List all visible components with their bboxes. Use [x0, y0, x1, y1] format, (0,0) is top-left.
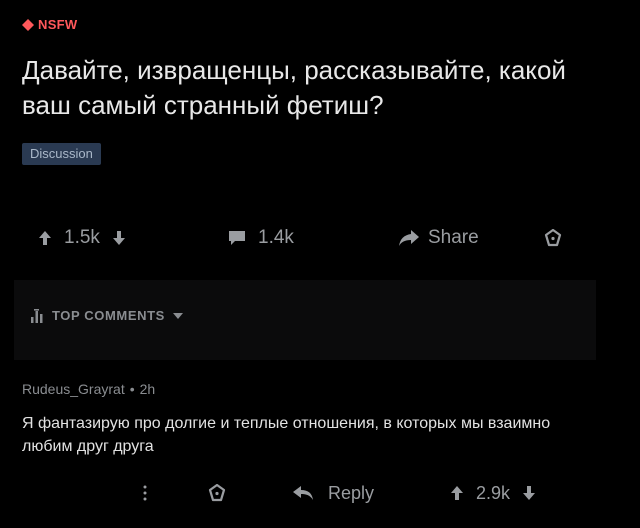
sort-bars-icon [31, 308, 43, 323]
comments-sort-dropdown[interactable]: TOP COMMENTS [30, 308, 183, 323]
nsfw-diamond-icon [22, 18, 34, 31]
arrow-down-icon[interactable] [112, 230, 126, 246]
meta-separator: • [129, 381, 135, 397]
comment-vote-group: 2.9k [450, 478, 536, 508]
post-actions-bar: 1.5k 1.4k Share [0, 222, 640, 254]
comment-actions-bar: Reply 2.9k [0, 478, 640, 508]
nsfw-tag: NSFW [22, 17, 77, 32]
post-title: Давайте, извращенцы, рассказывайте, како… [22, 55, 566, 120]
more-options-button[interactable] [142, 478, 148, 508]
share-button[interactable]: Share [398, 222, 479, 254]
comment-meta: Rudeus_Grayrat • 2h [22, 381, 155, 397]
reply-button[interactable]: Reply [292, 478, 374, 508]
arrow-up-icon[interactable] [38, 230, 52, 246]
arrow-down-icon[interactable] [522, 485, 536, 501]
upvote-count: 1.5k [64, 227, 100, 248]
comment-award-button[interactable] [208, 478, 226, 508]
share-arrow-icon [399, 230, 419, 246]
comments-button[interactable]: 1.4k [228, 222, 294, 254]
sort-label: TOP COMMENTS [52, 308, 165, 323]
award-button[interactable] [544, 222, 562, 254]
comment-author[interactable]: Rudeus_Grayrat [22, 381, 125, 397]
reddit-post-screen: { "post": { "nsfw_label": "NSFW", "title… [0, 0, 640, 528]
reply-arrow-icon [293, 486, 313, 500]
award-icon [544, 229, 562, 247]
comment-text: Я фантазирую про долгие и теплые отношен… [22, 415, 551, 455]
speech-bubble-icon [229, 231, 245, 245]
chevron-down-icon [172, 312, 183, 319]
post-flair[interactable]: Discussion [22, 143, 101, 165]
vote-group: 1.5k [38, 222, 126, 254]
comment-score: 2.9k [476, 482, 511, 503]
nsfw-label: NSFW [38, 17, 78, 32]
arrow-up-icon[interactable] [450, 485, 464, 501]
award-icon [208, 484, 226, 502]
reply-label: Reply [328, 482, 375, 503]
more-vertical-icon [143, 485, 147, 501]
share-label: Share [428, 227, 479, 248]
comments-count: 1.4k [258, 227, 294, 248]
comment-age: 2h [139, 381, 156, 397]
